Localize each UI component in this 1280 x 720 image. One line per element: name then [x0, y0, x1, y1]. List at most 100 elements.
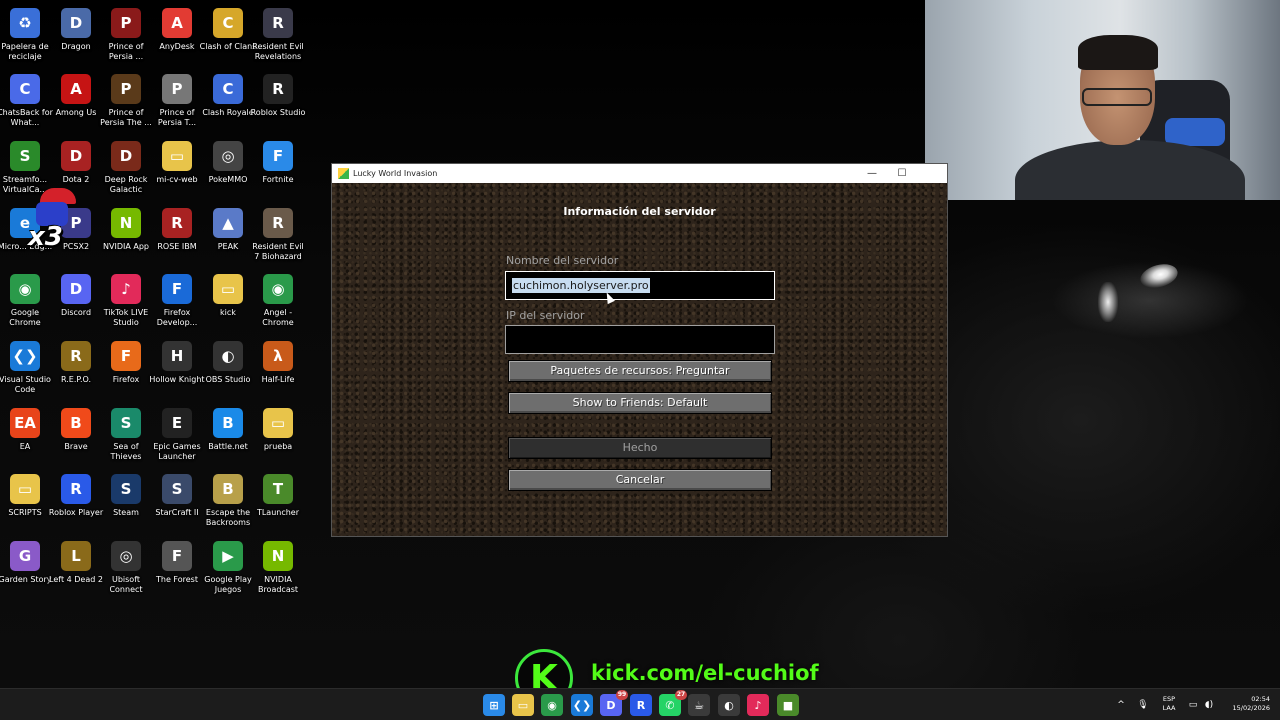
notification-badge: 27	[675, 690, 687, 700]
server-ip-input[interactable]	[505, 325, 775, 354]
desktop-icon[interactable]: D Discord	[51, 270, 101, 334]
nvidia-broadcast-icon: N	[263, 541, 293, 571]
desktop-icon[interactable]: ▭ mi-cv-web	[152, 137, 202, 201]
desktop-icon[interactable]: λ Half-Life	[253, 337, 303, 401]
start-button-taskbar-icon[interactable]: ⊞	[483, 694, 505, 716]
desktop-icon[interactable]: F The Forest	[152, 537, 202, 601]
resident-evil-icon: R	[263, 208, 293, 238]
window-titlebar[interactable]: Lucky World Invasion — ☐	[332, 164, 947, 183]
desktop-icon[interactable]: B Brave	[51, 404, 101, 468]
tiktok-taskbar-icon[interactable]: ♪	[747, 694, 769, 716]
desktop-icon[interactable]: ▲ PEAK	[203, 204, 253, 268]
desktop-icon[interactable]: B Battle.net	[203, 404, 253, 468]
network-icon[interactable]: ▭	[1187, 689, 1199, 720]
server-name-input[interactable]	[505, 271, 775, 300]
desktop-icon[interactable]: R ROSE IBM	[152, 204, 202, 268]
desktop-icon[interactable]: R Resident Evil Revelations	[252, 4, 304, 68]
desktop-icon-label: Hollow Knight	[149, 375, 205, 384]
roblox-studio-taskbar-icon[interactable]: R	[630, 694, 652, 716]
desktop-icon[interactable]: C Clash of Clans	[200, 4, 256, 68]
clock[interactable]: 02:54 15/02/2026	[1224, 695, 1270, 713]
clash-of-clans-icon: C	[213, 8, 243, 38]
maximize-button[interactable]: ☐	[887, 164, 917, 183]
volume-icon[interactable]: ◖)	[1203, 689, 1215, 720]
desktop-icon[interactable]: P Prince of Persia ...	[101, 4, 151, 68]
steam-icon: S	[111, 474, 141, 504]
desktop-icon[interactable]: ♪ TikTok LIVE Studio	[101, 270, 151, 334]
chrome-glyph: ◉	[547, 698, 557, 712]
desktop-icon[interactable]: R Roblox Player	[49, 470, 103, 534]
show-to-friends-button[interactable]: Show to Friends: Default	[508, 392, 772, 414]
desktop-icon[interactable]: S StarCraft II	[152, 470, 202, 534]
language-indicator[interactable]: ESP LAA	[1158, 695, 1180, 713]
obs-taskbar-icon[interactable]: ◐	[718, 694, 740, 716]
desktop-icon[interactable]: F Fortnite	[253, 137, 303, 201]
microphone-icon[interactable]: 🎙	[1136, 689, 1150, 720]
desktop-icon[interactable]: G Garden Story	[0, 537, 52, 601]
desktop-icon[interactable]: F Firefox	[101, 337, 151, 401]
desktop-icon[interactable]: T TLauncher	[253, 470, 303, 534]
desktop-icon[interactable]: ◉ Angel - Chrome	[253, 270, 303, 334]
desktop-icon[interactable]: A Among Us	[51, 70, 101, 134]
anydesk-icon: A	[162, 8, 192, 38]
vscode-taskbar-icon[interactable]: ❮❯	[571, 694, 593, 716]
desktop-icon[interactable]: C Clash Royale	[202, 70, 254, 134]
brave-icon: B	[61, 408, 91, 438]
java-taskbar-icon[interactable]: ☕	[688, 694, 710, 716]
desktop-icon-label: Papelera de reciclaje	[1, 42, 49, 61]
desktop-icon[interactable]: N NVIDIA App	[101, 204, 151, 268]
desktop-icon[interactable]: ▶ Google Play Juegos	[203, 537, 253, 601]
desktop-icon[interactable]: S Sea of Thieves	[101, 404, 151, 468]
minimize-button[interactable]: —	[857, 164, 887, 183]
desktop-icon[interactable]: ▭ prueba	[253, 404, 303, 468]
desktop-icon[interactable]: H Hollow Knight	[149, 337, 205, 401]
desktop-icon[interactable]: S Steam	[101, 470, 151, 534]
ea-icon: EA	[10, 408, 40, 438]
desktop-icon[interactable]: B Escape the Backrooms	[203, 470, 253, 534]
desktop-icon-label: Firefox	[112, 375, 140, 384]
tray-chevron-icon[interactable]: ^	[1114, 689, 1128, 720]
desktop-icon[interactable]: R Roblox Studio	[251, 70, 305, 134]
obs-glyph: ◐	[724, 698, 734, 712]
done-button[interactable]: Hecho	[508, 437, 772, 459]
desktop-icon[interactable]: D Dragon	[51, 4, 101, 68]
desktop-icon-label: Google Chrome	[9, 308, 41, 327]
desktop-icon[interactable]: C ChatsBack for What...	[0, 70, 53, 134]
desktop-icon[interactable]: P Prince of Persia The ...	[100, 70, 152, 134]
resident-evil-icon: R	[263, 8, 293, 38]
minecraft-taskbar-icon[interactable]: ■	[777, 694, 799, 716]
desktop-icon[interactable]: ◎ Ubisoft Connect	[101, 537, 151, 601]
desktop-icon[interactable]: R Resident Evil 7 Biohazard	[252, 204, 304, 268]
desktop-icon[interactable]: EA EA	[0, 404, 50, 468]
desktop-icon[interactable]: ◎ PokeMMO	[203, 137, 253, 201]
desktop-icon[interactable]: F Firefox Develop...	[152, 270, 202, 334]
desktop-icon[interactable]: E Epic Games Launcher	[152, 404, 202, 468]
desktop-icon[interactable]: ❮❯ Visual Studio Code	[0, 337, 51, 401]
desktop-icon[interactable]: N NVIDIA Broadcast	[253, 537, 303, 601]
whatsapp-taskbar-icon[interactable]: ✆ 27	[659, 690, 687, 716]
cancel-button[interactable]: Cancelar	[508, 469, 772, 491]
left4dead-icon: L	[61, 541, 91, 571]
kick-url: kick.com/el-cuchiof	[591, 661, 819, 685]
chrome-taskbar-icon[interactable]: ◉	[541, 694, 563, 716]
discord-taskbar-icon[interactable]: D 99	[600, 690, 628, 716]
desktop-icon[interactable]: ◐ OBS Studio	[203, 337, 253, 401]
rose-icon: R	[162, 208, 192, 238]
desktop-icon[interactable]: A AnyDesk	[152, 4, 202, 68]
desktop-icon[interactable]: ▭ SCRIPTS	[0, 470, 50, 534]
resource-packs-button[interactable]: Paquetes de recursos: Preguntar	[508, 360, 772, 382]
desktop-icon[interactable]: ♻ Papelera de reciclaje	[0, 4, 50, 68]
desktop-icon-label: Prince of Persia T...	[157, 108, 197, 127]
clash-royale-icon: C	[213, 74, 243, 104]
desktop-icon-label: Ubisoft Connect	[109, 575, 143, 594]
vscode-glyph: ❮❯	[572, 698, 592, 712]
desktop-icon[interactable]: P Prince of Persia T...	[152, 70, 202, 134]
desktop-icon[interactable]: L Left 4 Dead 2	[49, 537, 103, 601]
fortnite-icon: F	[263, 141, 293, 171]
file-explorer-taskbar-icon[interactable]: ▭	[512, 694, 534, 716]
server-info-screen: Información del servidor Nombre del serv…	[332, 183, 947, 536]
desktop-icon[interactable]: ◉ Google Chrome	[0, 270, 50, 334]
desktop-icon[interactable]: D Deep Rock Galactic	[101, 137, 151, 201]
desktop-icon[interactable]: ▭ kick	[203, 270, 253, 334]
desktop-icon[interactable]: R R.E.P.O.	[51, 337, 101, 401]
